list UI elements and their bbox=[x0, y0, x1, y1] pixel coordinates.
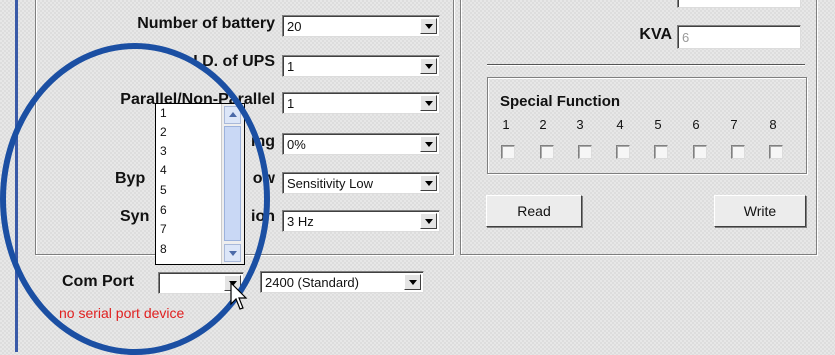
number-of-battery-value: 20 bbox=[287, 19, 302, 34]
sf-checkbox-1[interactable] bbox=[501, 145, 515, 159]
sf-number-3: 3 bbox=[576, 117, 584, 132]
derating-select[interactable]: 0% bbox=[282, 133, 440, 155]
derating-label: ing bbox=[251, 133, 275, 150]
bypass-label-left: Byp bbox=[115, 170, 146, 187]
sf-checkbox-5[interactable] bbox=[654, 145, 668, 159]
chevron-down-icon[interactable] bbox=[420, 18, 437, 34]
bypass-window-select[interactable]: Sensitivity Low bbox=[282, 172, 440, 194]
dropdown-scrollbar[interactable] bbox=[221, 104, 244, 264]
sf-number-5: 5 bbox=[654, 117, 662, 132]
scroll-down-icon[interactable] bbox=[224, 244, 241, 262]
dropdown-option[interactable]: 7 bbox=[160, 222, 167, 236]
sf-checkbox-7[interactable] bbox=[731, 145, 745, 159]
sf-number-6: 6 bbox=[692, 117, 700, 132]
chevron-down-icon[interactable] bbox=[420, 95, 437, 111]
sync-label-right: ion bbox=[251, 208, 275, 225]
derating-value: 0% bbox=[287, 137, 306, 152]
parallel-value: 1 bbox=[287, 96, 295, 111]
dropdown-option[interactable]: 4 bbox=[160, 163, 167, 177]
dropdown-option[interactable]: 5 bbox=[160, 183, 167, 197]
chevron-down-icon[interactable] bbox=[420, 175, 437, 191]
synchronization-value: 3 Hz bbox=[287, 214, 314, 229]
bypass-window-value: Sensitivity Low bbox=[287, 176, 373, 191]
chevron-down-icon[interactable] bbox=[420, 136, 437, 152]
number-of-battery-select[interactable]: 20 bbox=[282, 15, 440, 37]
sf-number-8: 8 bbox=[769, 117, 777, 132]
mouse-cursor-icon bbox=[230, 282, 248, 310]
com-port-dropdown-list[interactable]: 1 2 3 4 5 6 7 8 bbox=[155, 103, 245, 265]
dropdown-option[interactable]: 2 bbox=[160, 125, 167, 139]
sf-checkbox-8[interactable] bbox=[769, 145, 783, 159]
sf-number-1: 1 bbox=[502, 117, 510, 132]
write-button[interactable]: Write bbox=[714, 195, 806, 227]
parallel-select[interactable]: 1 bbox=[282, 92, 440, 114]
dropdown-option[interactable]: 1 bbox=[160, 106, 167, 120]
baud-rate-value: 2400 (Standard) bbox=[265, 275, 359, 290]
ups-id-label: I.D. of UPS bbox=[193, 53, 275, 70]
com-port-label: Com Port bbox=[62, 273, 134, 290]
sf-number-2: 2 bbox=[539, 117, 547, 132]
sf-number-7: 7 bbox=[730, 117, 738, 132]
kva-value: 6 bbox=[682, 30, 690, 45]
kva-label: KVA bbox=[639, 26, 672, 43]
dropdown-option[interactable]: 6 bbox=[160, 203, 167, 217]
separator-line bbox=[487, 64, 805, 66]
number-of-battery-label: Number of battery bbox=[137, 15, 275, 32]
com-port-status: no serial port device bbox=[59, 305, 185, 321]
ups-id-value: 1 bbox=[287, 59, 295, 74]
read-button[interactable]: Read bbox=[486, 195, 582, 227]
top-field[interactable] bbox=[677, 0, 801, 8]
dropdown-option[interactable]: 8 bbox=[160, 242, 167, 256]
window-left-edge bbox=[15, 0, 18, 352]
special-function-group bbox=[487, 77, 807, 174]
kva-field[interactable]: 6 bbox=[677, 25, 801, 49]
scroll-thumb[interactable] bbox=[224, 126, 241, 241]
baud-rate-select[interactable]: 2400 (Standard) bbox=[260, 271, 424, 293]
sf-checkbox-2[interactable] bbox=[540, 145, 554, 159]
sync-label-left: Syn bbox=[120, 208, 150, 225]
bypass-label-right: ow bbox=[252, 170, 275, 187]
sf-checkbox-4[interactable] bbox=[616, 145, 630, 159]
synchronization-select[interactable]: 3 Hz bbox=[282, 210, 440, 232]
chevron-down-icon[interactable] bbox=[404, 274, 421, 290]
sf-number-4: 4 bbox=[616, 117, 624, 132]
scroll-up-icon[interactable] bbox=[224, 106, 241, 124]
dropdown-option[interactable]: 3 bbox=[160, 144, 167, 158]
ups-id-select[interactable]: 1 bbox=[282, 55, 440, 77]
special-function-title: Special Function bbox=[500, 93, 621, 110]
chevron-down-icon[interactable] bbox=[420, 213, 437, 229]
sf-checkbox-6[interactable] bbox=[693, 145, 707, 159]
sf-checkbox-3[interactable] bbox=[578, 145, 592, 159]
chevron-down-icon[interactable] bbox=[420, 58, 437, 74]
